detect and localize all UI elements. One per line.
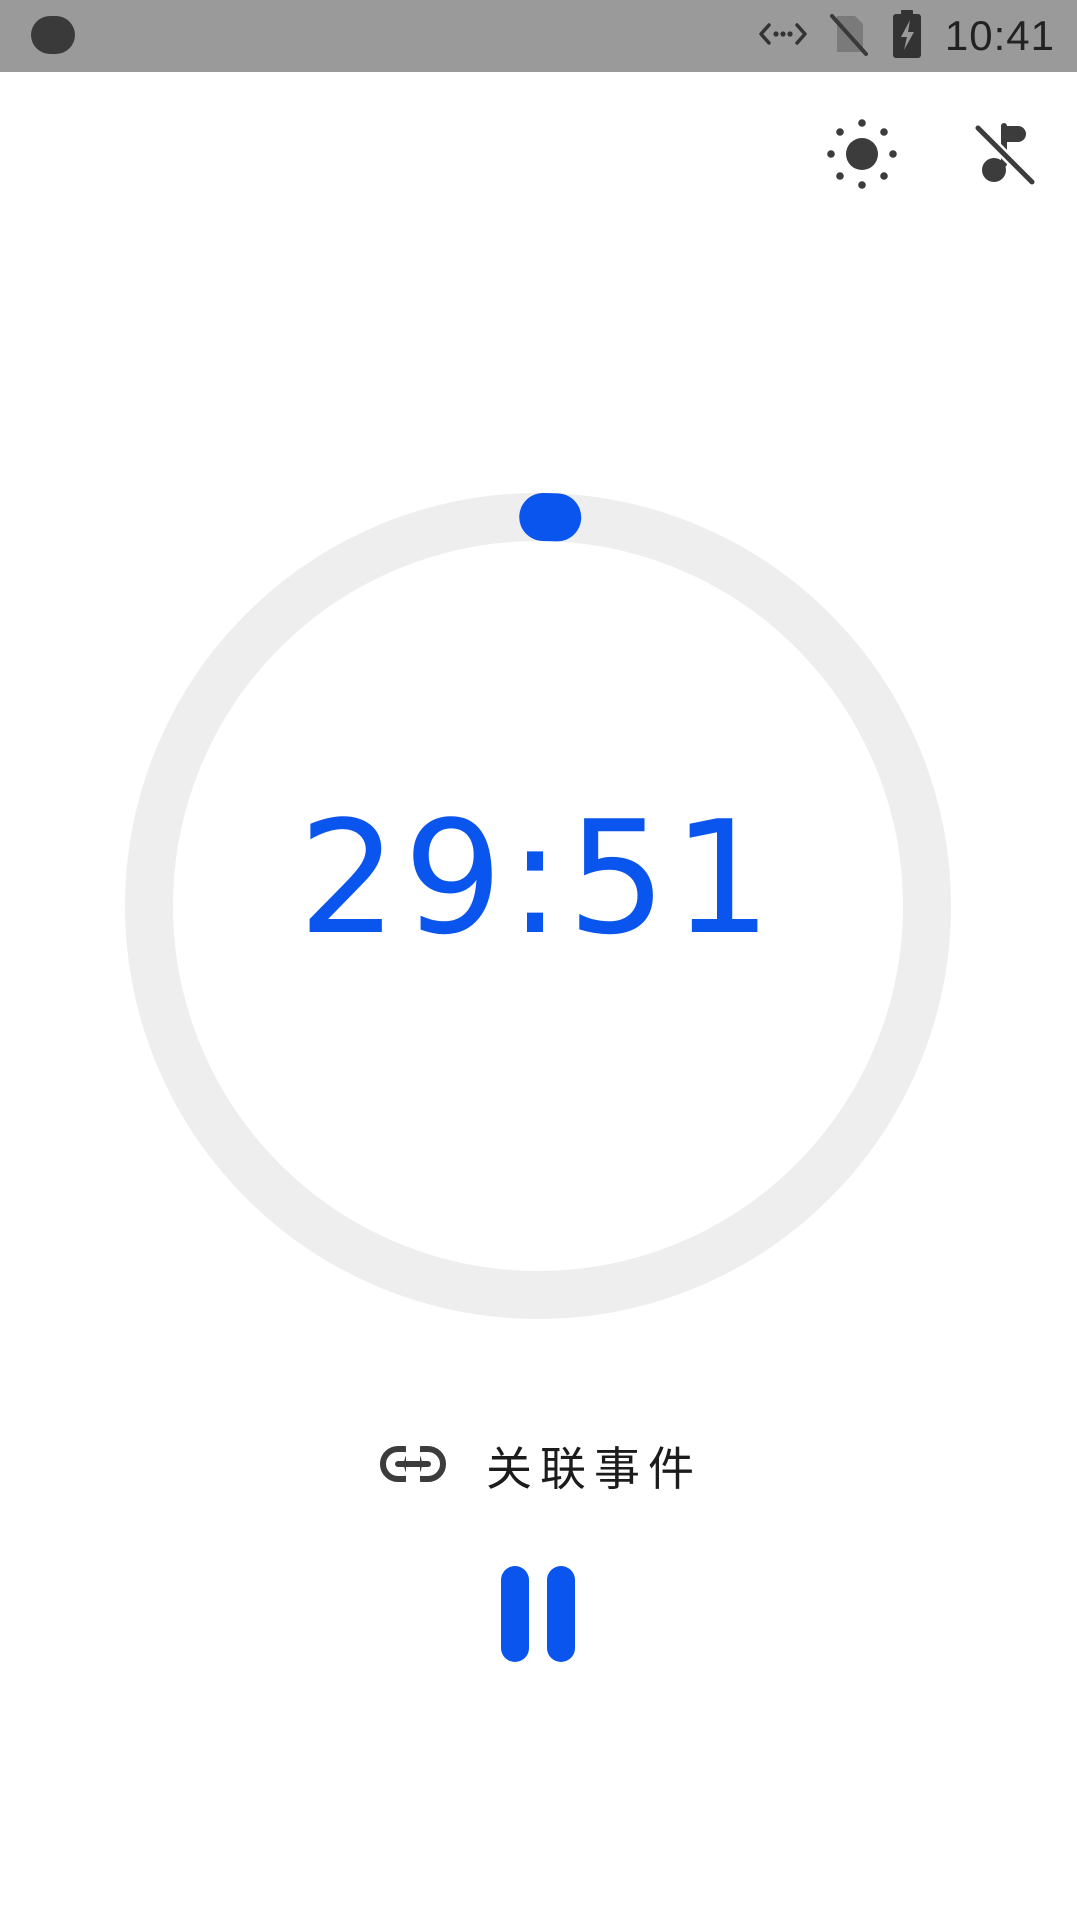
pause-button[interactable]	[488, 1562, 588, 1670]
timer-display: 29:51	[298, 787, 778, 969]
sound-toggle-button[interactable]	[966, 116, 1046, 196]
status-time: 10:41	[944, 12, 1055, 59]
sun-icon	[826, 118, 898, 194]
progress-handle-body[interactable]	[518, 493, 582, 542]
indicator-pill	[31, 16, 75, 54]
data-transfer-icon	[759, 19, 807, 53]
link-event-label: 关联事件	[486, 1442, 702, 1496]
music-off-icon	[973, 122, 1038, 190]
battery-charging-icon	[891, 10, 923, 62]
link-event-button[interactable]: 关联事件	[380, 1430, 702, 1502]
status-icons: 10:41	[759, 10, 1055, 62]
status-bar: 10:41	[0, 0, 1077, 72]
brightness-button[interactable]	[822, 116, 902, 196]
no-sim-icon	[829, 12, 869, 60]
link-icon	[380, 1444, 446, 1488]
pause-icon	[493, 1564, 583, 1668]
